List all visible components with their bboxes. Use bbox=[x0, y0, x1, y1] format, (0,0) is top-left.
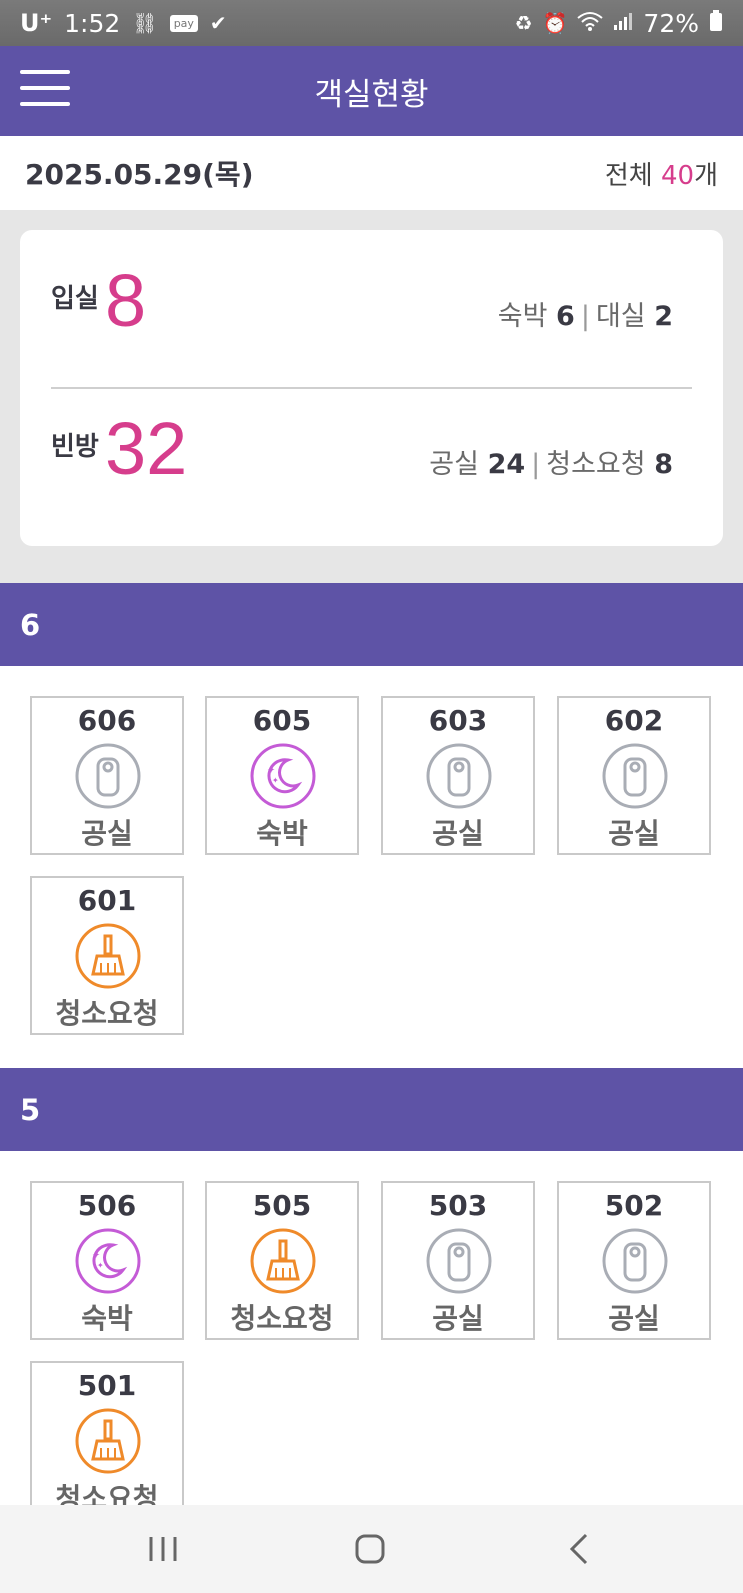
total-count: 40 bbox=[660, 160, 695, 191]
room-number: 605 bbox=[252, 704, 312, 737]
room-number: 503 bbox=[428, 1189, 488, 1222]
signal-icon bbox=[613, 11, 633, 36]
battery-icon bbox=[709, 9, 723, 37]
room-status: 공실 bbox=[608, 817, 660, 850]
room-number: 506 bbox=[77, 1189, 137, 1222]
link-icon: ⛓ bbox=[132, 11, 158, 35]
room-number: 502 bbox=[604, 1189, 664, 1222]
room-card[interactable]: 503 공실 bbox=[381, 1181, 535, 1340]
page-title: 객실현황 bbox=[314, 76, 429, 113]
clock: 1:52 bbox=[64, 8, 121, 38]
date-row: 2025.05.29(목) 전체 40개 bbox=[0, 136, 743, 210]
empty-count: 24 bbox=[487, 449, 526, 480]
separator: | bbox=[531, 449, 541, 480]
current-date: 2025.05.29(목) bbox=[25, 158, 254, 191]
svg-text:✦: ✦ bbox=[92, 1250, 100, 1261]
room-card[interactable]: 603 공실 bbox=[381, 696, 535, 855]
wifi-icon bbox=[577, 11, 604, 36]
room-number: 501 bbox=[77, 1369, 137, 1402]
battery-level: 72% bbox=[643, 8, 699, 38]
door-hanger-icon bbox=[602, 1228, 668, 1294]
moon-icon: ✦ ✦ bbox=[250, 743, 316, 809]
status-bar: U⁺ 1:52 ⛓ pay ✔ ♻ ⏰ 72% bbox=[0, 0, 743, 46]
app-bar: 객실현황 bbox=[0, 46, 743, 136]
pay-icon: pay bbox=[169, 14, 198, 32]
door-hanger-icon bbox=[75, 743, 141, 809]
hamburger-menu-icon[interactable] bbox=[20, 70, 70, 110]
cleaning-label: 청소요청 bbox=[546, 449, 655, 480]
floor-label: 5 bbox=[20, 1092, 41, 1127]
floor-header-6: 6 bbox=[0, 583, 743, 666]
room-status: 공실 bbox=[608, 1302, 660, 1335]
day-use-count: 2 bbox=[654, 301, 673, 332]
room-status: 숙박 bbox=[81, 1302, 133, 1335]
room-status: 청소요청 bbox=[230, 1302, 334, 1335]
vacant-detail: 공실 24 | 청소요청 8 bbox=[429, 442, 673, 481]
room-number: 603 bbox=[428, 704, 488, 737]
room-card[interactable]: 605 ✦ ✦ 숙박 bbox=[205, 696, 359, 855]
vacant-label: 빈방 bbox=[51, 432, 99, 462]
recycle-icon: ♻ bbox=[514, 11, 533, 35]
svg-text:✦: ✦ bbox=[272, 776, 279, 785]
room-card[interactable]: 506 ✦ ✦ 숙박 bbox=[30, 1181, 184, 1340]
door-hanger-icon bbox=[426, 743, 492, 809]
room-status: 청소요청 bbox=[55, 997, 159, 1030]
room-status: 공실 bbox=[432, 817, 484, 850]
svg-text:✦: ✦ bbox=[97, 1261, 104, 1270]
check-icon: ✔ bbox=[209, 11, 227, 35]
stay-count: 6 bbox=[556, 301, 575, 332]
room-card[interactable]: 601 청소요청 bbox=[30, 876, 184, 1035]
vacant-count: 32 bbox=[105, 407, 188, 490]
occupied-detail: 숙박 6 | 대실 2 bbox=[498, 294, 673, 333]
carrier-label: U⁺ bbox=[20, 9, 53, 37]
floor-rooms-6: 606 공실 605 ✦ ✦ 숙박 603 공실 602 공실 601 청소요청 bbox=[0, 666, 743, 1068]
room-card[interactable]: 501 청소요청 bbox=[30, 1361, 184, 1520]
floor-rooms-5: 506 ✦ ✦ 숙박 505 청소요청 503 공실 502 공실 501 청소요… bbox=[0, 1151, 743, 1520]
stay-label: 숙박 bbox=[497, 301, 557, 332]
room-number: 606 bbox=[77, 704, 137, 737]
recent-apps-icon[interactable] bbox=[143, 1529, 183, 1569]
summary-card: 입실 8 숙박 6 | 대실 2 빈방 32 공실 24 | 청소요청 8 bbox=[20, 230, 723, 546]
occupied-summary: 입실 8 숙박 6 | 대실 2 bbox=[51, 264, 673, 388]
separator: | bbox=[580, 301, 590, 332]
broom-icon bbox=[250, 1228, 316, 1294]
room-card[interactable]: 606 공실 bbox=[30, 696, 184, 855]
door-hanger-icon bbox=[426, 1228, 492, 1294]
floor-header-5: 5 bbox=[0, 1068, 743, 1151]
room-status: 숙박 bbox=[256, 817, 308, 850]
floor-label: 6 bbox=[20, 607, 41, 642]
empty-label: 공실 bbox=[429, 449, 488, 480]
room-card[interactable]: 502 공실 bbox=[557, 1181, 711, 1340]
moon-icon: ✦ ✦ bbox=[75, 1228, 141, 1294]
room-number: 601 bbox=[77, 884, 137, 917]
vacant-summary: 빈방 32 공실 24 | 청소요청 8 bbox=[51, 412, 673, 536]
room-status: 공실 bbox=[81, 817, 133, 850]
alarm-icon: ⏰ bbox=[542, 11, 568, 35]
home-icon[interactable] bbox=[350, 1529, 390, 1569]
room-card[interactable]: 505 청소요청 bbox=[205, 1181, 359, 1340]
cleaning-count: 8 bbox=[654, 449, 673, 480]
total-rooms: 전체 40개 bbox=[605, 155, 718, 192]
back-icon[interactable] bbox=[560, 1529, 600, 1569]
room-number: 505 bbox=[252, 1189, 312, 1222]
occupied-label: 입실 bbox=[51, 284, 99, 314]
room-number: 602 bbox=[604, 704, 664, 737]
occupied-count: 8 bbox=[105, 259, 147, 342]
total-suffix: 개 bbox=[694, 160, 718, 191]
broom-icon bbox=[75, 1408, 141, 1474]
system-nav-bar bbox=[0, 1505, 743, 1593]
svg-text:✦: ✦ bbox=[267, 765, 275, 776]
room-card[interactable]: 602 공실 bbox=[557, 696, 711, 855]
broom-icon bbox=[75, 923, 141, 989]
total-prefix: 전체 bbox=[604, 160, 661, 191]
door-hanger-icon bbox=[602, 743, 668, 809]
summary-divider bbox=[51, 387, 692, 389]
room-status: 공실 bbox=[432, 1302, 484, 1335]
day-use-label: 대실 bbox=[595, 301, 655, 332]
